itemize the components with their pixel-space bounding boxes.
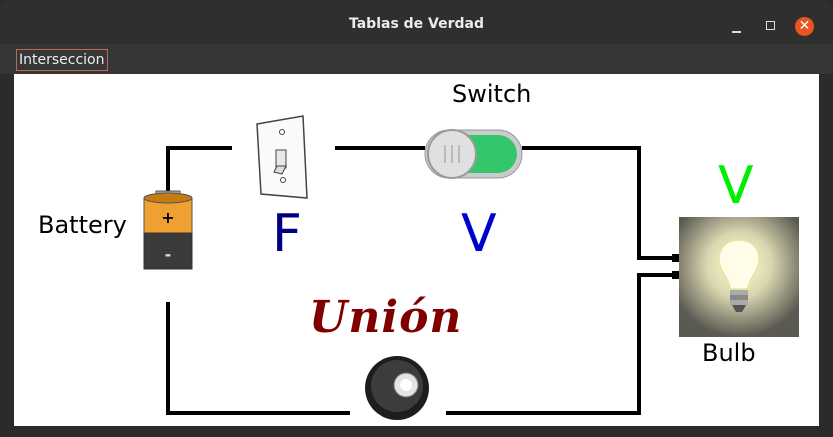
gate-label: Unión xyxy=(309,292,463,343)
switch-label: Switch xyxy=(452,80,532,108)
light-bulb-icon xyxy=(679,217,799,337)
svg-text:-: - xyxy=(165,245,172,264)
battery-icon: + - xyxy=(143,190,193,270)
circuit-canvas: + - Switch Battery F V V Unión Bulb xyxy=(14,74,819,426)
bulb-label: Bulb xyxy=(702,339,756,367)
menu-item-interseccion[interactable]: Interseccion xyxy=(16,49,108,71)
toggle-switch-state-value: V xyxy=(461,204,497,264)
push-button-icon[interactable] xyxy=(365,356,429,420)
menu-bar: Interseccion xyxy=(0,44,833,74)
battery-label: Battery xyxy=(38,211,127,239)
bulb-state-value: V xyxy=(718,156,754,216)
window-title: Tablas de Verdad xyxy=(348,16,485,32)
maximize-button[interactable] xyxy=(760,16,782,38)
close-button[interactable]: ✕ xyxy=(795,17,814,36)
wall-switch-icon[interactable] xyxy=(256,115,308,199)
svg-text:+: + xyxy=(161,208,174,227)
toggle-switch-icon[interactable] xyxy=(424,129,523,179)
minimize-button[interactable] xyxy=(725,16,747,38)
wall-switch-state-value: F xyxy=(272,204,302,264)
